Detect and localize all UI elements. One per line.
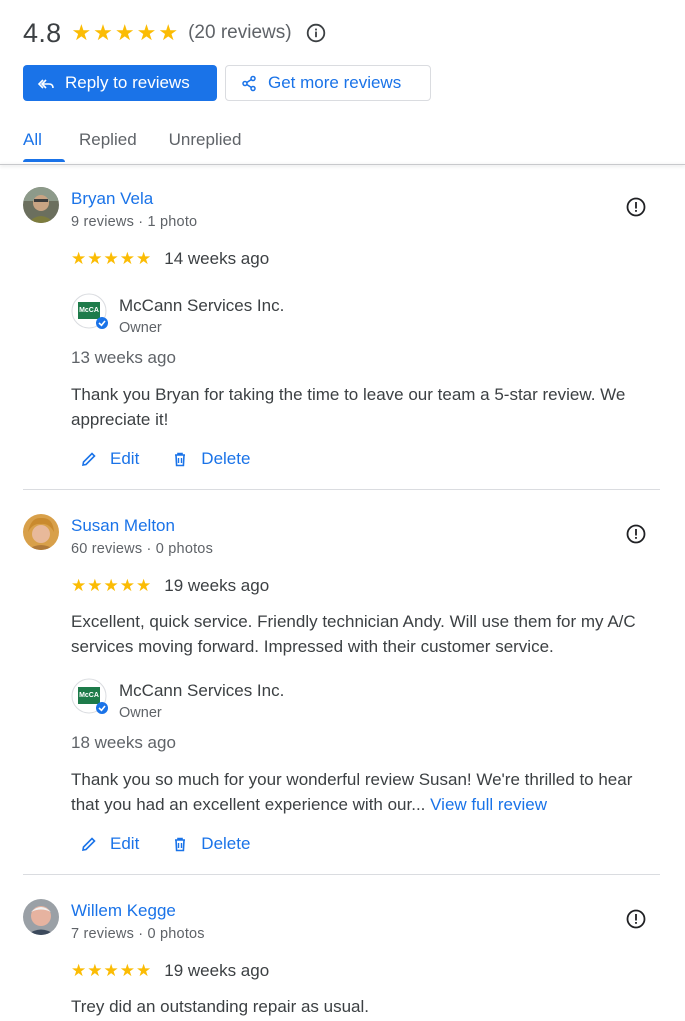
view-full-review-link[interactable]: View full review bbox=[430, 795, 547, 814]
get-more-reviews-label: Get more reviews bbox=[268, 73, 402, 92]
review-rating: ★ ★ ★ ★ ★ 14 weeks ago bbox=[71, 249, 269, 269]
star-icon: ★ bbox=[71, 249, 87, 268]
edit-label: Edit bbox=[110, 449, 140, 468]
review-divider bbox=[23, 874, 660, 875]
review-date: 19 weeks ago bbox=[164, 961, 270, 980]
star-icon: ★ bbox=[71, 576, 87, 595]
avatar[interactable] bbox=[23, 187, 59, 223]
reviews-panel: 4.8 ★ ★ ★ ★ ★ (20 reviews) Reply to revi… bbox=[0, 0, 685, 1021]
edit-reply-button[interactable]: Edit bbox=[80, 449, 139, 469]
star-icon: ★ bbox=[119, 961, 135, 980]
review-filter-tabs: All Replied Unreplied bbox=[23, 122, 241, 162]
star-icon: ★ bbox=[87, 249, 103, 268]
review-text: Trey did an outstanding repair as usual. bbox=[71, 997, 369, 1016]
edit-label: Edit bbox=[110, 834, 140, 853]
avatar[interactable] bbox=[23, 899, 59, 935]
get-more-reviews-button[interactable]: Get more reviews bbox=[225, 65, 431, 101]
review-text: Excellent, quick service. Friendly techn… bbox=[71, 612, 636, 656]
svg-text:McCA: McCA bbox=[79, 692, 99, 699]
business-logo: McCA bbox=[71, 678, 109, 716]
star-icon: ★ bbox=[119, 576, 135, 595]
star-icon: ★ bbox=[87, 576, 103, 595]
star-icon: ★ bbox=[103, 576, 119, 595]
star-icon: ★ bbox=[136, 961, 152, 980]
tab-replied[interactable]: Replied bbox=[79, 122, 137, 162]
star-icon: ★ bbox=[103, 961, 119, 980]
owner-label: Owner bbox=[119, 320, 162, 336]
review-divider bbox=[23, 489, 660, 490]
reply-to-reviews-button[interactable]: Reply to reviews bbox=[23, 65, 217, 101]
pencil-icon bbox=[80, 450, 98, 468]
star-icon: ★ bbox=[87, 961, 103, 980]
report-icon[interactable] bbox=[625, 196, 647, 218]
star-icon: ★ bbox=[136, 249, 152, 268]
star-icon: ★ bbox=[93, 20, 113, 45]
review-date: 19 weeks ago bbox=[164, 576, 270, 595]
reply-all-icon bbox=[37, 74, 55, 92]
star-icon: ★ bbox=[71, 961, 87, 980]
business-logo: McCA bbox=[71, 293, 109, 331]
rating-summary: 4.8 ★ ★ ★ ★ ★ (20 reviews) bbox=[23, 16, 326, 50]
header-divider bbox=[0, 164, 685, 165]
report-icon[interactable] bbox=[625, 523, 647, 545]
owner-label: Owner bbox=[119, 705, 162, 721]
average-rating: 4.8 bbox=[23, 18, 62, 48]
review-rating: ★ ★ ★ ★ ★ 19 weeks ago bbox=[71, 576, 269, 596]
delete-reply-button[interactable]: Delete bbox=[171, 834, 250, 854]
svg-text:McCA: McCA bbox=[79, 307, 99, 314]
reviewer-meta: 60 reviews · 0 photos bbox=[71, 541, 214, 557]
star-icon: ★ bbox=[136, 20, 157, 45]
report-icon[interactable] bbox=[625, 908, 647, 930]
star-icon: ★ bbox=[103, 249, 119, 268]
reviewer-meta: 9 reviews · 1 photo bbox=[71, 214, 198, 230]
reply-text: Thank you so much for your wonderful rev… bbox=[71, 770, 633, 814]
reply-date: 13 weeks ago bbox=[71, 348, 176, 367]
review-count: (20 reviews) bbox=[188, 22, 292, 43]
business-name: McCann Services Inc. bbox=[119, 296, 285, 315]
delete-label: Delete bbox=[201, 834, 251, 853]
edit-reply-button[interactable]: Edit bbox=[80, 834, 139, 854]
summary-stars: ★ ★ ★ ★ ★ bbox=[71, 22, 178, 44]
reply-actions: Edit Delete bbox=[80, 449, 250, 469]
reviewer-name[interactable]: Susan Melton bbox=[71, 515, 175, 537]
reviewer-name[interactable]: Bryan Vela bbox=[71, 188, 153, 210]
share-icon bbox=[240, 74, 258, 92]
star-icon: ★ bbox=[136, 576, 152, 595]
star-icon: ★ bbox=[158, 20, 179, 45]
delete-label: Delete bbox=[201, 449, 251, 468]
review-rating: ★ ★ ★ ★ ★ 19 weeks ago bbox=[71, 961, 269, 981]
action-buttons: Reply to reviews Get more reviews bbox=[23, 65, 431, 101]
trash-icon bbox=[171, 835, 189, 853]
reply-date: 18 weeks ago bbox=[71, 733, 176, 752]
star-icon: ★ bbox=[114, 20, 135, 45]
reply-text-container: Thank you so much for your wonderful rev… bbox=[71, 767, 663, 817]
reply-to-reviews-label: Reply to reviews bbox=[65, 73, 190, 92]
star-icon: ★ bbox=[71, 20, 92, 45]
reviewer-name[interactable]: Willem Kegge bbox=[71, 900, 176, 922]
delete-reply-button[interactable]: Delete bbox=[171, 449, 250, 469]
star-icon: ★ bbox=[119, 249, 135, 268]
reply-text: Thank you Bryan for taking the time to l… bbox=[71, 385, 626, 429]
business-name: McCann Services Inc. bbox=[119, 681, 285, 700]
avatar[interactable] bbox=[23, 514, 59, 550]
reviewer-meta: 7 reviews · 0 photos bbox=[71, 926, 205, 942]
tab-all[interactable]: All bbox=[7, 122, 65, 162]
info-icon[interactable] bbox=[306, 23, 326, 43]
pencil-icon bbox=[80, 835, 98, 853]
tab-unreplied[interactable]: Unreplied bbox=[169, 122, 242, 162]
trash-icon bbox=[171, 450, 189, 468]
reply-actions: Edit Delete bbox=[80, 834, 250, 854]
review-date: 14 weeks ago bbox=[164, 249, 270, 268]
